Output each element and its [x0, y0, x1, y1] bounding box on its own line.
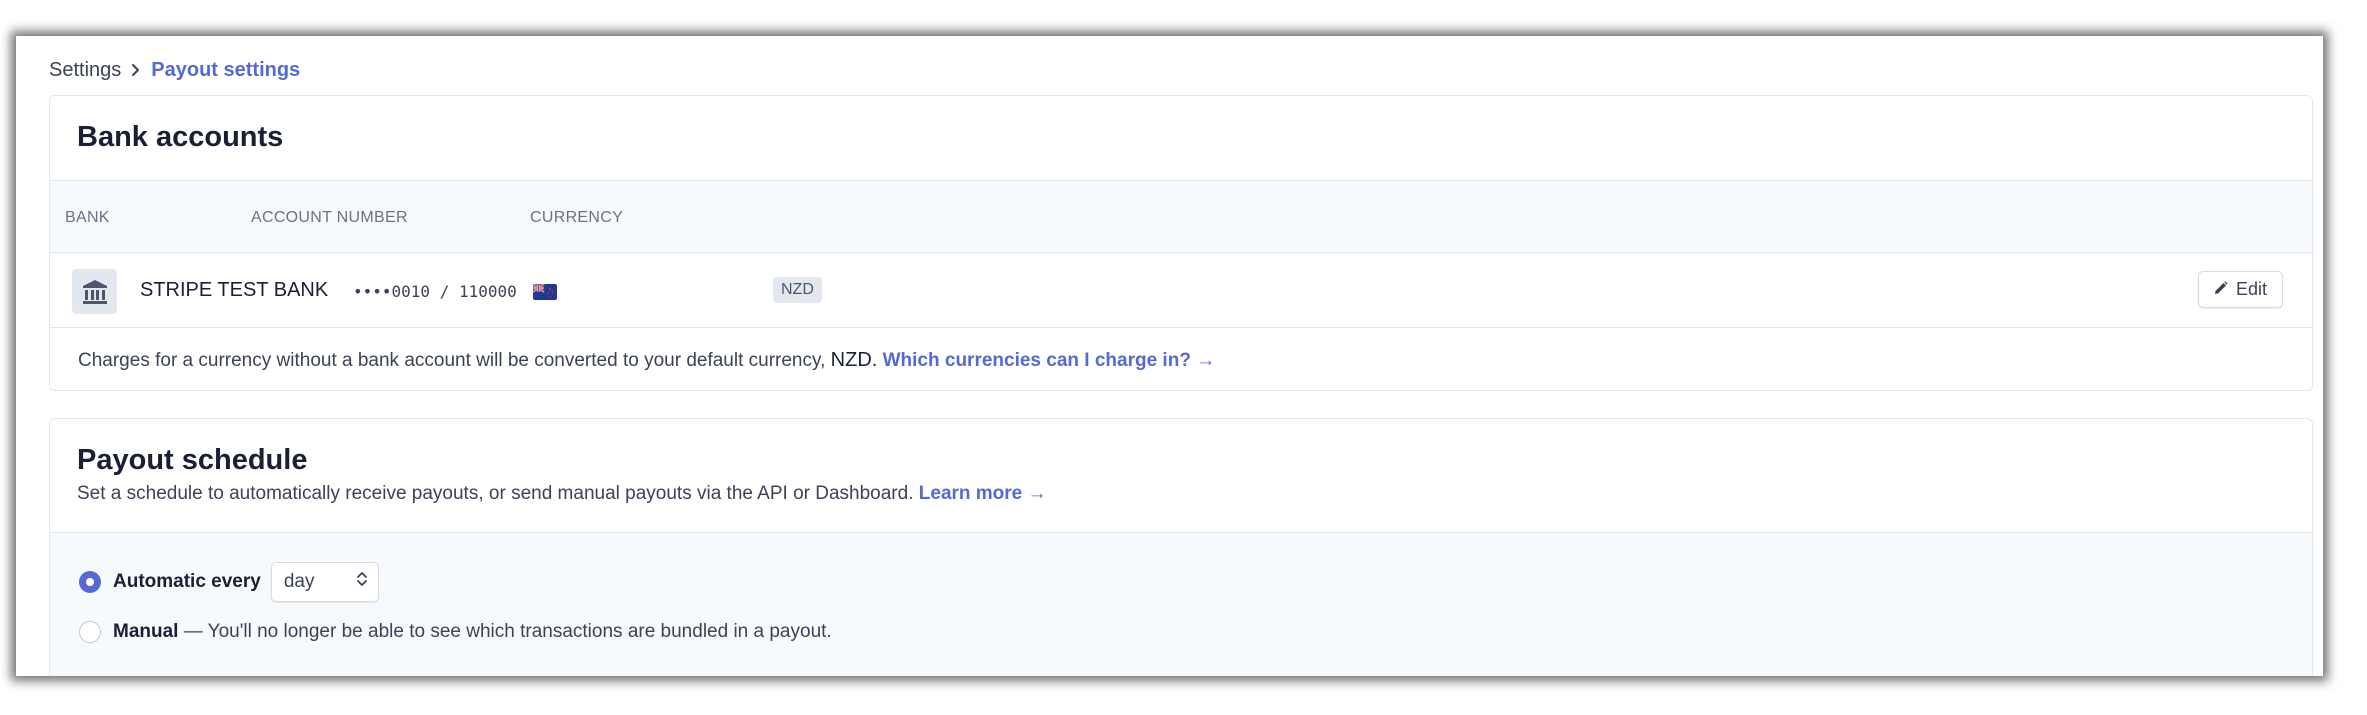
chevron-right-icon [121, 58, 151, 82]
breadcrumb-current: Payout settings [151, 58, 301, 81]
learn-more-link[interactable]: Learn more → [919, 483, 1047, 504]
automatic-option[interactable]: Automatic every day [79, 562, 379, 602]
default-currency: NZD. [830, 349, 878, 371]
payout-schedule-subtitle: Set a schedule to automatically receive … [77, 483, 1047, 505]
account-number: ••••0010 / 110000 [353, 282, 557, 301]
manual-label: Manual [113, 621, 179, 642]
edit-button-label: Edit [2235, 279, 2268, 299]
bank-building-icon [72, 269, 117, 314]
which-currencies-link[interactable]: Which currencies can I charge in? → [883, 350, 1216, 371]
manual-option[interactable]: Manual — You'll no longer be able to see… [79, 617, 832, 647]
bank-accounts-card: Bank accounts BANK ACCOUNT NUMBER CURREN… [49, 95, 2313, 391]
chevron-up-down-icon [356, 570, 368, 594]
interval-select[interactable]: day [270, 562, 379, 602]
breadcrumb: Settings Payout settings [49, 55, 300, 85]
automatic-label: Automatic every [113, 571, 261, 592]
column-header-bank: BANK [65, 209, 110, 226]
schedule-options: Automatic every day Manual — You'll no l… [50, 532, 2312, 676]
column-header-currency: CURRENCY [530, 209, 624, 226]
interval-value: day [283, 571, 315, 592]
pencil-icon [2214, 279, 2228, 300]
table-row[interactable]: STRIPE TEST BANK ••••0010 / 110000 NZD E… [50, 253, 2312, 328]
payout-schedule-title: Payout schedule [77, 444, 308, 476]
edit-bank-account-button[interactable]: Edit [2198, 271, 2283, 308]
manual-description: — You'll no longer be able to see which … [183, 621, 832, 642]
bank-name: STRIPE TEST BANK [140, 279, 329, 301]
currency-conversion-note: Charges for a currency without a bank ac… [78, 349, 1215, 372]
settings-panel: Settings Payout settings Bank accounts B… [16, 36, 2323, 676]
column-header-account-number: ACCOUNT NUMBER [251, 209, 408, 226]
table-header: BANK ACCOUNT NUMBER CURRENCY [50, 180, 2312, 253]
account-number-text: ••••0010 / 110000 [353, 282, 517, 301]
subtitle-text: Set a schedule to automatically receive … [77, 483, 914, 504]
bank-accounts-title: Bank accounts [77, 121, 284, 153]
breadcrumb-settings-link[interactable]: Settings [49, 59, 121, 82]
payout-schedule-card: Payout schedule Set a schedule to automa… [49, 418, 2313, 676]
currency-badge: NZD [773, 277, 822, 303]
automatic-radio[interactable] [79, 571, 101, 593]
new-zealand-flag-icon [532, 282, 557, 300]
note-text: Charges for a currency without a bank ac… [78, 350, 826, 371]
manual-radio[interactable] [79, 621, 101, 643]
